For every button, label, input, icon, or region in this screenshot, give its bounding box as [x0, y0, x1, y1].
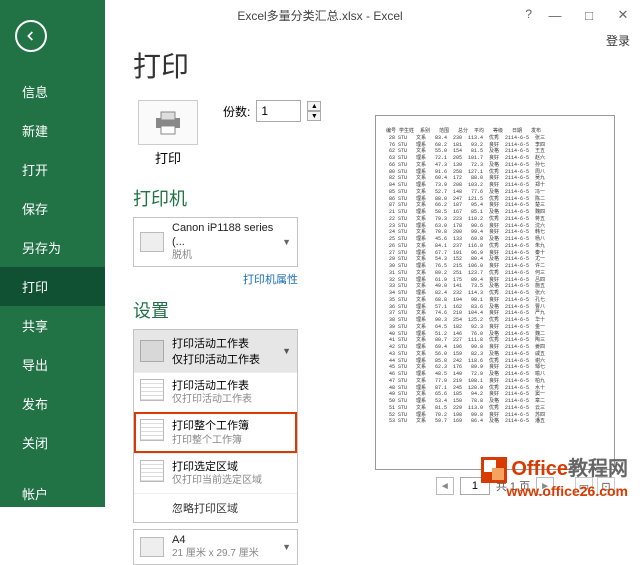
paper-size-selector[interactable]: A4 21 厘米 x 29.7 厘米 ▼ — [133, 529, 298, 565]
copies-label: 份数: — [223, 103, 250, 120]
print-what-selected[interactable]: 打印活动工作表 仅打印活动工作表 ▼ — [134, 330, 297, 372]
chevron-down-icon: ▼ — [282, 542, 291, 552]
print-button-label: 打印 — [133, 148, 203, 167]
option-ignore-print-area[interactable]: 忽略打印区域 — [134, 493, 297, 522]
selection-icon — [140, 460, 164, 482]
sidebar-item-options[interactable]: 选项 — [0, 513, 105, 552]
sidebar-item-publish[interactable]: 发布 — [0, 384, 105, 423]
chevron-down-icon: ▼ — [282, 237, 291, 247]
preview-content: 编号 学生姓 系别 范围 总分 平均 等级 日期 发布 28 STU 文系 83… — [386, 128, 604, 425]
printer-device-icon — [140, 232, 164, 252]
help-icon[interactable]: ? — [525, 7, 532, 21]
workbook-icon — [140, 419, 164, 441]
copies-input[interactable] — [256, 100, 301, 122]
sheet-icon — [140, 379, 164, 401]
chevron-down-icon: ▼ — [282, 346, 291, 356]
sidebar-item-save[interactable]: 保存 — [0, 189, 105, 228]
watermark: Office教程网 www.office26.com — [481, 452, 628, 499]
sidebar-item-info[interactable]: 信息 — [0, 72, 105, 111]
prev-page-button[interactable]: ◄ — [436, 477, 454, 495]
sidebar-item-new[interactable]: 新建 — [0, 111, 105, 150]
back-arrow-icon — [23, 28, 39, 44]
printer-status: 脱机 — [172, 250, 274, 263]
sidebar-item-print[interactable]: 打印 — [0, 267, 105, 306]
copies-spinner[interactable]: ▲▼ — [307, 101, 321, 121]
printer-selector[interactable]: Canon iP1188 series (... 脱机 ▼ — [133, 217, 298, 267]
option-print-active-sheets[interactable]: 打印活动工作表仅打印活动工作表 — [134, 372, 297, 412]
sidebar-item-close[interactable]: 关闭 — [0, 423, 105, 462]
print-button[interactable]: 打印 — [133, 100, 203, 167]
window-title: Excel多量分类汇总.xlsx - Excel — [237, 7, 402, 24]
window-controls: — □ ✕ — [538, 0, 640, 30]
print-preview: 编号 学生姓 系别 范围 总分 平均 等级 日期 发布 28 STU 文系 83… — [375, 115, 615, 470]
office-logo-icon — [481, 457, 507, 483]
print-panel: 打印 打印 份数: ▲▼ i 打印机 Canon iP1188 series (… — [105, 30, 640, 507]
sidebar-item-saveas[interactable]: 另存为 — [0, 228, 105, 267]
printer-name: Canon iP1188 series (... — [172, 222, 274, 250]
option-print-entire-workbook[interactable]: 打印整个工作簿打印整个工作簿 — [134, 412, 297, 452]
option-print-selection[interactable]: 打印选定区域仅打印当前选定区域 — [134, 453, 297, 493]
sidebar-item-share[interactable]: 共享 — [0, 306, 105, 345]
sheet-icon — [140, 340, 164, 362]
minimize-button[interactable]: — — [538, 0, 572, 30]
sidebar-item-open[interactable]: 打开 — [0, 150, 105, 189]
page-title: 打印 — [133, 45, 640, 85]
paper-name: A4 — [172, 534, 274, 548]
sidebar-item-account[interactable]: 帐户 — [0, 474, 105, 513]
close-button[interactable]: ✕ — [606, 0, 640, 30]
printer-icon — [138, 100, 198, 145]
maximize-button[interactable]: □ — [572, 0, 606, 30]
back-button[interactable] — [15, 20, 47, 52]
printer-properties-link[interactable]: 打印机属性 — [133, 271, 298, 287]
print-what-dropdown: 打印活动工作表 仅打印活动工作表 ▼ 打印活动工作表仅打印活动工作表 打印整个工… — [133, 329, 298, 523]
paper-dim: 21 厘米 x 29.7 厘米 — [172, 548, 274, 561]
sidebar-item-export[interactable]: 导出 — [0, 345, 105, 384]
page-icon — [140, 537, 164, 557]
backstage-sidebar: 信息 新建 打开 保存 另存为 打印 共享 导出 发布 关闭 帐户 选项 — [0, 0, 105, 507]
